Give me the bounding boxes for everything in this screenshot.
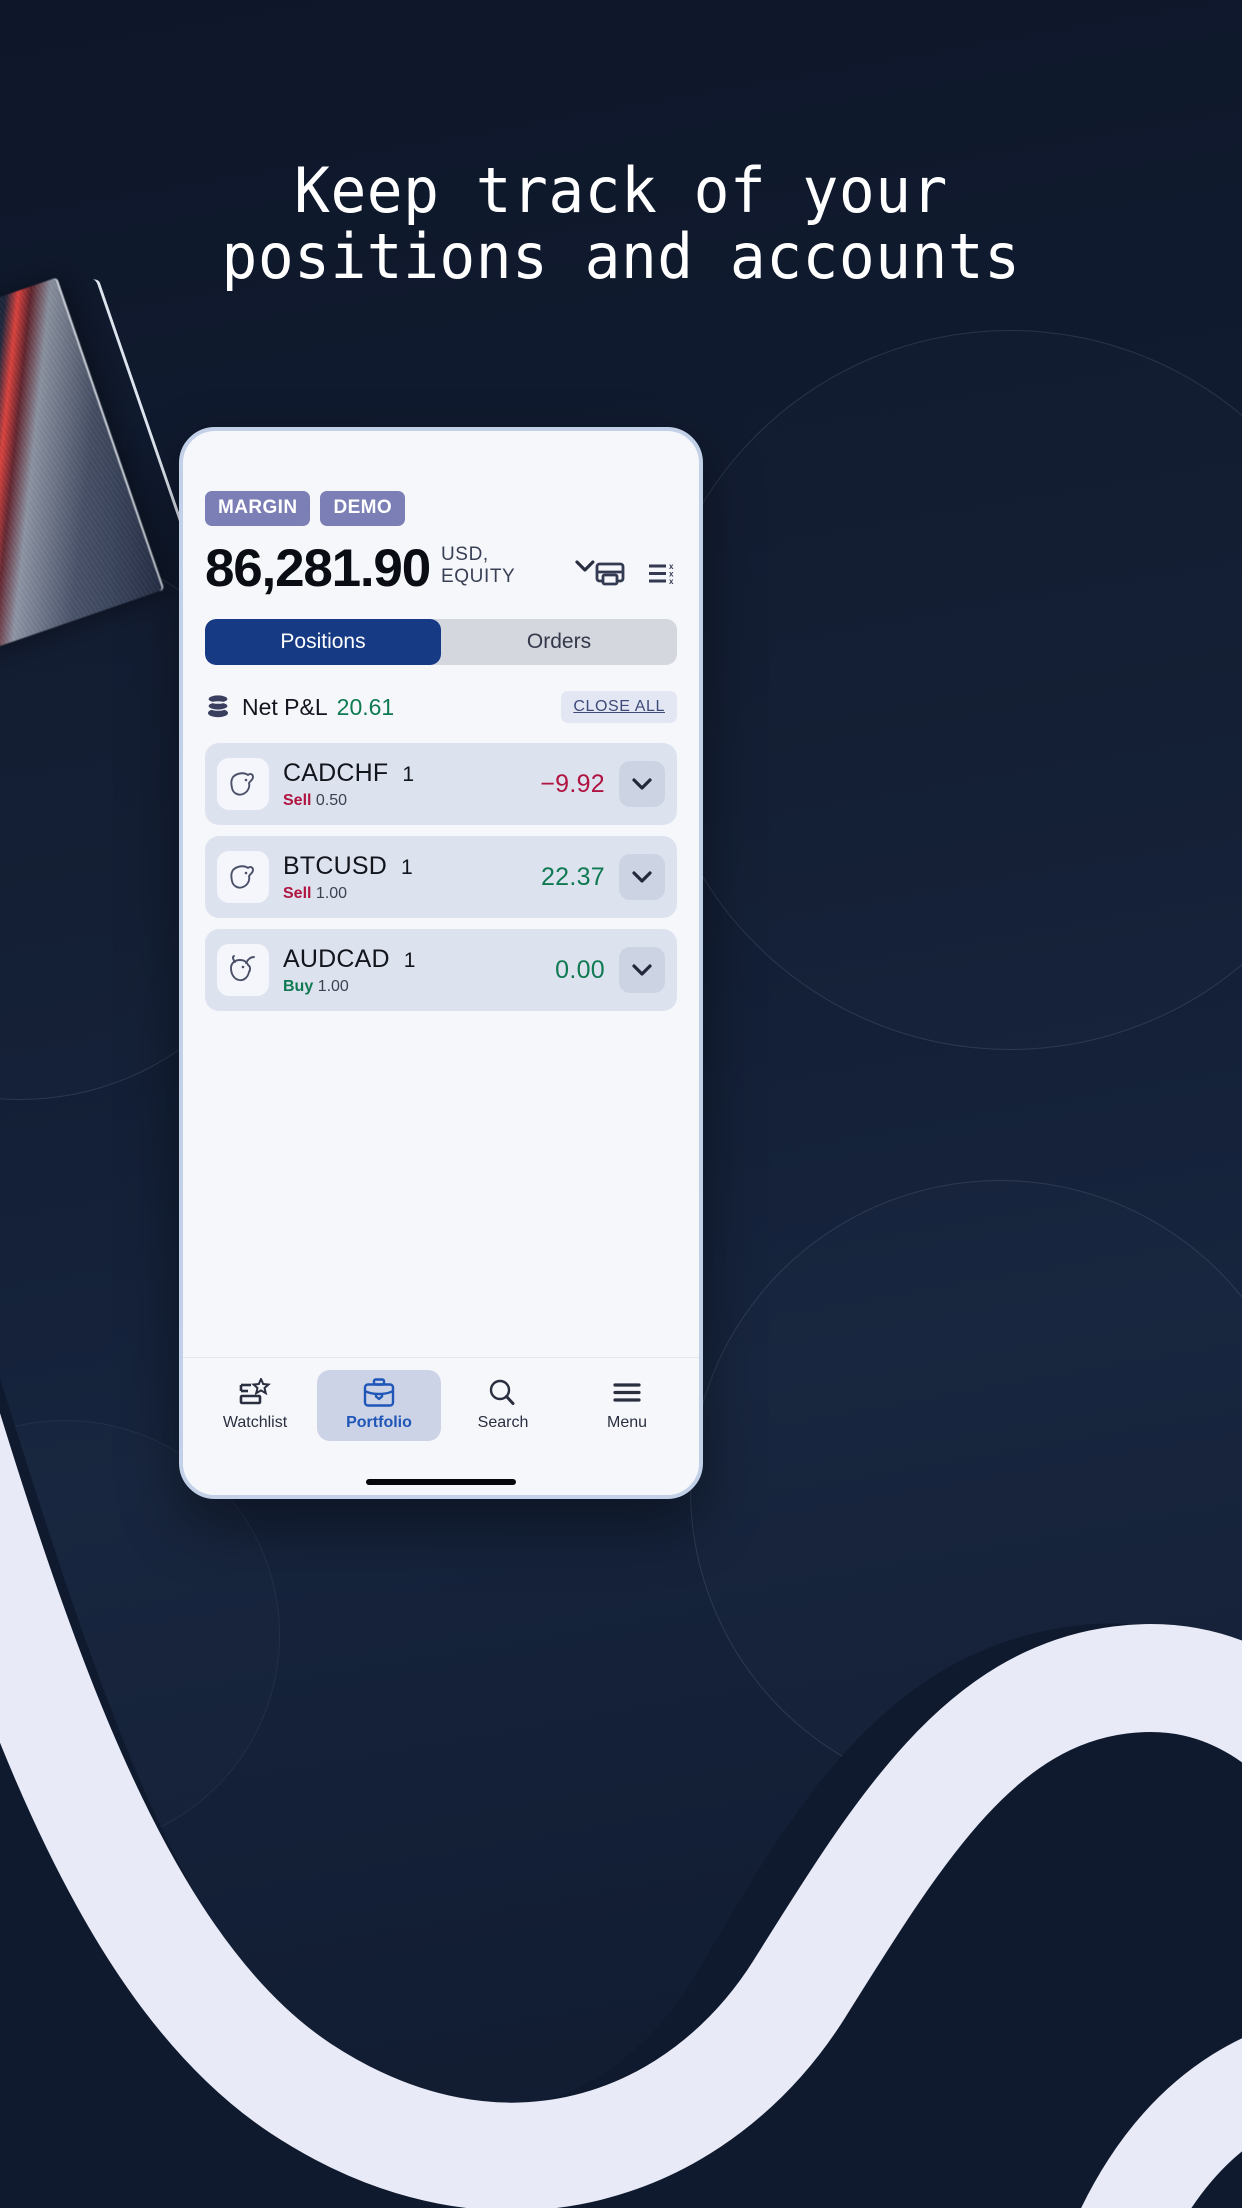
hamburger-menu-icon bbox=[613, 1383, 641, 1402]
table-row[interactable]: AUDCAD 1 Buy 1.00 0.00 bbox=[205, 929, 677, 1011]
instrument-symbol: BTCUSD bbox=[283, 851, 387, 880]
page-headline: Keep track of your positions and account… bbox=[25, 158, 1217, 289]
position-pnl: 0.00 bbox=[555, 955, 605, 984]
position-volume: 1.00 bbox=[315, 884, 348, 902]
watchlist-star-icon bbox=[239, 1378, 271, 1405]
expand-row-button[interactable] bbox=[619, 854, 665, 900]
nav-label: Portfolio bbox=[346, 1414, 412, 1431]
position-pnl: −9.92 bbox=[540, 769, 605, 798]
card-layout-icon[interactable] bbox=[595, 561, 625, 587]
nav-item-search[interactable]: Search bbox=[441, 1370, 565, 1441]
chevron-down-icon bbox=[632, 963, 652, 976]
balance-row: 86,281.90 USD, EQUITY x x x bbox=[205, 542, 677, 595]
expand-row-button[interactable] bbox=[619, 947, 665, 993]
position-count: 1 bbox=[403, 948, 416, 972]
position-side: Sell bbox=[283, 884, 312, 902]
home-indicator bbox=[366, 1479, 516, 1485]
briefcase-icon bbox=[363, 1378, 395, 1407]
position-side: Sell bbox=[283, 791, 312, 809]
nav-label: Watchlist bbox=[222, 1414, 288, 1431]
position-count: 1 bbox=[402, 762, 415, 786]
row-top: BTCUSD 1 bbox=[283, 852, 413, 881]
app-screen: MARGIN DEMO 86,281.90 USD, EQUITY x x x … bbox=[183, 431, 699, 1357]
tab-orders[interactable]: Orders bbox=[441, 619, 677, 665]
phone-mockup: MARGIN DEMO 86,281.90 USD, EQUITY x x x … bbox=[179, 427, 703, 1499]
chevron-down-icon bbox=[632, 777, 652, 790]
position-side: Buy bbox=[283, 977, 314, 995]
header-icons: x x x bbox=[595, 561, 677, 587]
net-pnl-label: Net P&L bbox=[242, 693, 328, 720]
badge-demo[interactable]: DEMO bbox=[320, 491, 406, 526]
row-info: BTCUSD 1 Sell 1.00 bbox=[283, 852, 413, 903]
positions-orders-tabs: Positions Orders bbox=[205, 619, 677, 665]
row-top: CADCHF 1 bbox=[283, 759, 414, 788]
row-side-volume: Buy 1.00 bbox=[283, 978, 415, 996]
headline-line-2: positions and accounts bbox=[221, 219, 1021, 293]
instrument-icon-wrap bbox=[217, 758, 269, 810]
nav-item-portfolio[interactable]: Portfolio bbox=[317, 1370, 441, 1441]
row-info: AUDCAD 1 Buy 1.00 bbox=[283, 945, 415, 996]
bear-icon bbox=[230, 772, 254, 796]
position-pnl: 22.37 bbox=[540, 862, 605, 891]
net-pnl-value: 20.61 bbox=[336, 693, 395, 720]
expand-row-button[interactable] bbox=[619, 761, 665, 807]
currency-label: USD, EQUITY bbox=[440, 544, 516, 587]
account-badges: MARGIN DEMO bbox=[205, 491, 677, 526]
bull-icon bbox=[230, 955, 255, 982]
net-pnl-row: Net P&L 20.61 CLOSE ALL bbox=[205, 685, 677, 729]
headline-line-1: Keep track of your bbox=[294, 154, 948, 227]
bottom-navigation: Watchlist Portfolio Search Menu bbox=[183, 1357, 699, 1469]
chevron-down-icon bbox=[632, 870, 652, 883]
tab-positions[interactable]: Positions bbox=[205, 619, 441, 665]
row-info: CADCHF 1 Sell 0.50 bbox=[283, 759, 414, 810]
decorative-circle bbox=[650, 330, 1242, 1050]
account-balance: 86,281.90 bbox=[205, 539, 431, 598]
instrument-symbol: AUDCAD bbox=[283, 944, 390, 973]
instrument-icon-wrap bbox=[217, 851, 269, 903]
position-volume: 0.50 bbox=[315, 791, 348, 809]
nav-label: Menu bbox=[606, 1414, 648, 1431]
positions-list: CADCHF 1 Sell 0.50 −9.92 BTCUSD 1 Sell 1… bbox=[205, 743, 677, 1011]
table-row[interactable]: BTCUSD 1 Sell 1.00 22.37 bbox=[205, 836, 677, 918]
coins-stack-icon bbox=[207, 694, 229, 718]
bear-icon bbox=[230, 865, 254, 889]
nav-item-menu[interactable]: Menu bbox=[565, 1370, 689, 1441]
home-indicator-area bbox=[183, 1469, 699, 1495]
decorative-photo-sliver bbox=[0, 278, 163, 652]
position-count: 1 bbox=[400, 855, 413, 879]
close-lines-icon[interactable]: x x x bbox=[647, 561, 677, 587]
nav-label: Search bbox=[477, 1414, 529, 1431]
instrument-icon-wrap bbox=[217, 944, 269, 996]
row-side-volume: Sell 1.00 bbox=[283, 885, 413, 903]
row-top: AUDCAD 1 bbox=[283, 945, 415, 974]
badge-margin[interactable]: MARGIN bbox=[205, 491, 311, 526]
chevron-down-icon bbox=[575, 559, 595, 572]
currency-selector[interactable]: USD, EQUITY bbox=[441, 544, 595, 588]
nav-item-watchlist[interactable]: Watchlist bbox=[193, 1370, 317, 1441]
svg-text:x: x bbox=[669, 577, 674, 586]
search-icon bbox=[489, 1379, 515, 1405]
instrument-symbol: CADCHF bbox=[283, 758, 389, 787]
close-all-button[interactable]: CLOSE ALL bbox=[561, 691, 677, 723]
position-volume: 1.00 bbox=[317, 977, 349, 995]
table-row[interactable]: CADCHF 1 Sell 0.50 −9.92 bbox=[205, 743, 677, 825]
row-side-volume: Sell 0.50 bbox=[283, 792, 414, 810]
